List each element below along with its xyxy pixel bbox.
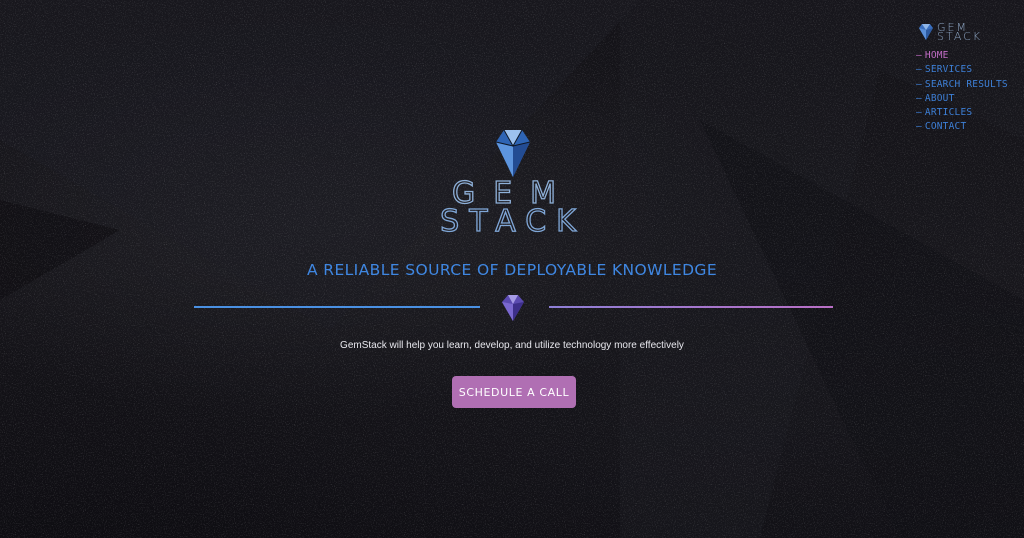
divider-left — [194, 306, 480, 308]
hero-wordmark-line2: STACK — [440, 204, 586, 239]
schedule-call-button[interactable]: SCHEDULE A CALL — [452, 376, 576, 408]
gem-icon — [502, 295, 524, 321]
tagline: A RELIABLE SOURCE OF DEPLOYABLE KNOWLEDG… — [306, 261, 718, 279]
hero-logo: GEM STACK — [440, 129, 586, 240]
divider-right — [549, 306, 833, 308]
page: GEM STACK — HOME — SERVICES — SEARCH RESULT… — [0, 0, 1024, 538]
hero-subtext: GemStack will help you learn, develop, a… — [340, 340, 684, 351]
gem-icon — [495, 129, 531, 177]
